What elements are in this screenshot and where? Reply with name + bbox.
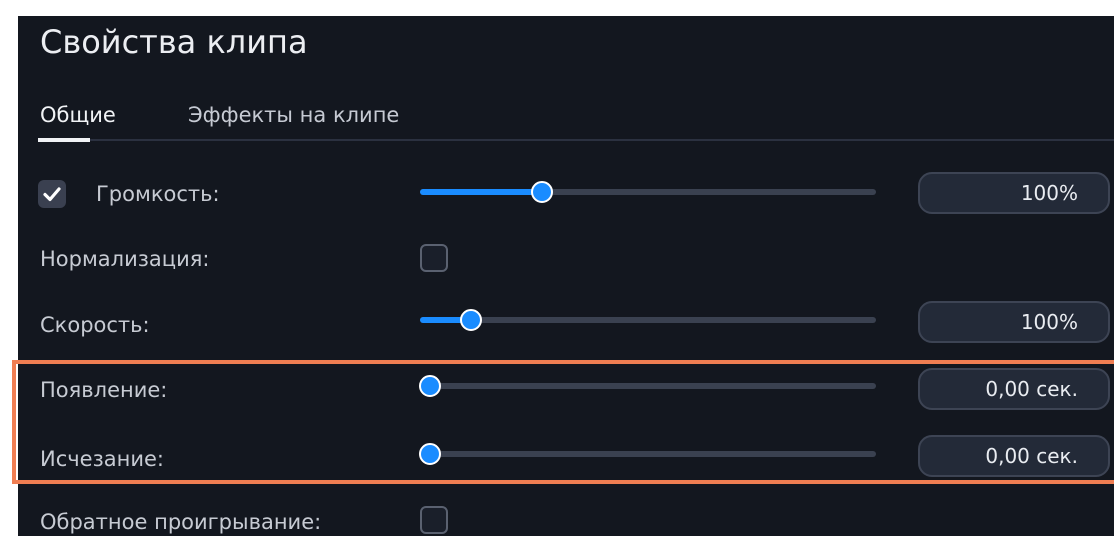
normalization-checkbox[interactable] — [420, 244, 448, 272]
tab-divider — [38, 139, 1114, 141]
panel-title: Свойства клипа — [40, 23, 308, 61]
normalization-label: Нормализация: — [40, 247, 210, 271]
volume-label: Громкость: — [96, 182, 220, 206]
reverse-playback-checkbox[interactable] — [420, 506, 448, 534]
fade-out-value-field[interactable]: 0,00 сек. — [918, 435, 1110, 477]
speed-slider[interactable] — [420, 309, 876, 331]
fade-out-slider-thumb[interactable] — [419, 443, 442, 465]
volume-value-field[interactable]: 100% — [918, 172, 1110, 214]
fade-out-label: Исчезание: — [40, 447, 164, 471]
tab-general[interactable]: Общие — [40, 100, 116, 130]
volume-enable-checkbox[interactable] — [38, 180, 66, 208]
active-tab-indicator — [38, 138, 90, 142]
checkmark-icon — [43, 187, 61, 202]
fade-out-slider[interactable] — [419, 443, 876, 465]
speed-value-field[interactable]: 100% — [918, 301, 1110, 343]
fade-in-value-field[interactable]: 0,00 сек. — [918, 368, 1110, 410]
fade-in-slider[interactable] — [419, 375, 876, 397]
speed-label: Скорость: — [40, 313, 150, 337]
fade-in-slider-thumb[interactable] — [419, 375, 442, 397]
tab-clip-effects[interactable]: Эффекты на клипе — [188, 100, 399, 130]
reverse-playback-label: Обратное проигрывание: — [40, 510, 322, 534]
fade-in-label: Появление: — [40, 378, 168, 402]
speed-slider-thumb[interactable] — [460, 309, 483, 331]
volume-slider[interactable] — [420, 181, 876, 203]
volume-slider-thumb[interactable] — [530, 181, 553, 203]
volume-slider-fill — [420, 189, 541, 195]
